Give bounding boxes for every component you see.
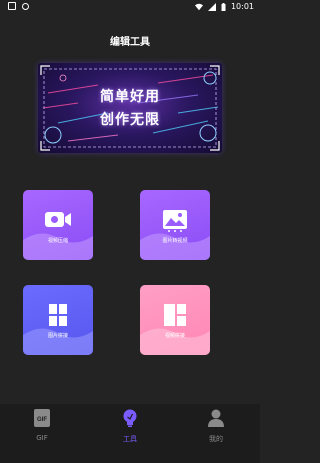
- tool-image-stitch[interactable]: 图片拼接: [23, 285, 93, 355]
- bulb-icon: [123, 409, 137, 427]
- svg-text:GIF: GIF: [37, 417, 47, 423]
- nav-item-gif[interactable]: GIF GIF: [22, 408, 62, 442]
- wifi-icon: [194, 3, 203, 10]
- battery-icon: [221, 2, 226, 11]
- tool-label: 图片转视频: [162, 238, 188, 244]
- signal-icon: [207, 2, 216, 11]
- tool-video-stitch[interactable]: 视频拼接: [140, 285, 210, 355]
- nav-label: GIF: [36, 434, 48, 442]
- layout-icon: [164, 304, 186, 326]
- banner-decoration: [40, 65, 220, 151]
- grid-icon: [49, 304, 67, 326]
- banner-subheadline: 创作无限: [100, 112, 160, 128]
- video-camera-icon: [45, 212, 71, 227]
- image-icon: [163, 210, 187, 232]
- nav-item-tools[interactable]: 工具: [110, 408, 150, 444]
- user-icon: [208, 409, 224, 427]
- gif-icon: [8, 2, 16, 10]
- tool-label: 视频压缩: [47, 238, 68, 244]
- tool-video-compress[interactable]: 视频压缩: [23, 190, 93, 260]
- nav-label: 工具: [123, 435, 137, 443]
- nav-label: 我的: [209, 435, 223, 443]
- bottom-nav: GIF GIF 工具 我的: [0, 404, 260, 463]
- record-icon: [22, 2, 29, 10]
- promo-banner[interactable]: 简单好用 创作无限: [38, 63, 222, 153]
- tool-image-to-video[interactable]: 图片转视频: [140, 190, 210, 260]
- status-time: 10:01: [230, 2, 254, 11]
- page-title: 编辑工具: [110, 37, 150, 48]
- nav-item-profile[interactable]: 我的: [196, 408, 236, 444]
- tool-label: 图片拼接: [47, 333, 68, 339]
- tool-label: 视频拼接: [164, 333, 185, 339]
- banner-headline: 简单好用: [100, 89, 160, 105]
- gif-icon: GIF: [34, 409, 50, 427]
- status-bar: 10:01: [0, 0, 260, 14]
